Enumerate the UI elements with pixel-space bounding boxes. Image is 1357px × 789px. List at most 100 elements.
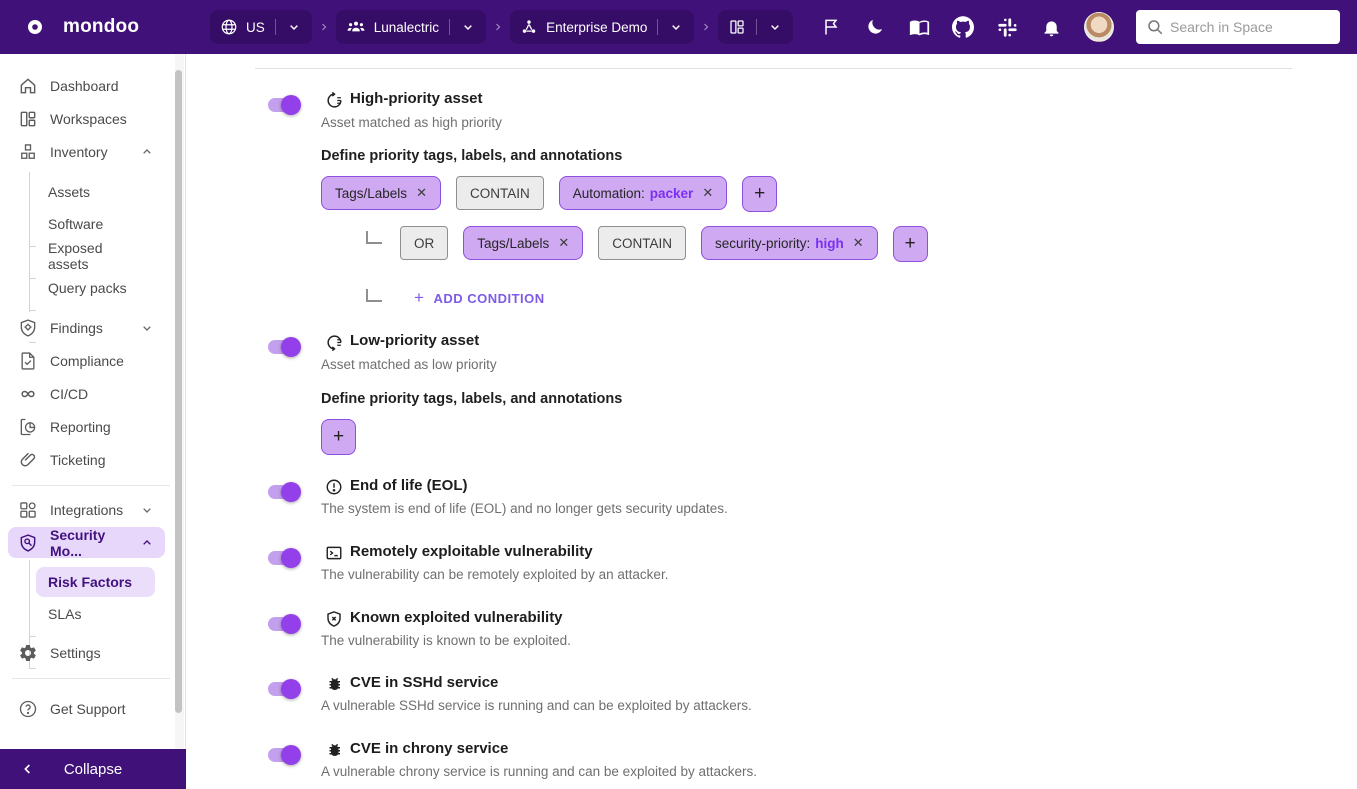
notifications-button[interactable] xyxy=(1040,16,1062,38)
chevron-down-icon[interactable] xyxy=(139,502,155,518)
sidebar-item-inventory[interactable]: Inventory xyxy=(8,136,165,167)
operator-chip[interactable]: CONTAIN xyxy=(456,176,544,210)
chevron-down-icon[interactable] xyxy=(286,19,302,35)
chip-label: CONTAIN xyxy=(470,186,530,201)
feature-flags-button[interactable] xyxy=(820,16,842,38)
sidebar-item-findings[interactable]: Findings xyxy=(8,312,165,343)
sidebar-item-integrations[interactable]: Integrations xyxy=(8,494,165,525)
dark-mode-toggle[interactable] xyxy=(864,16,886,38)
toggle-thumb xyxy=(281,679,301,699)
sidebar-item-dashboard[interactable]: Dashboard xyxy=(8,70,165,101)
mondoo-logo[interactable]: mondoo xyxy=(14,0,139,54)
space-selector[interactable]: Enterprise Demo xyxy=(510,10,694,44)
risk-item-description: The system is end of life (EOL) and no l… xyxy=(321,501,728,516)
documentation-button[interactable] xyxy=(908,16,930,38)
workspace-grid-icon xyxy=(728,18,746,36)
plus-icon: + xyxy=(333,426,344,448)
chevron-down-icon[interactable] xyxy=(767,19,783,35)
organization-selector[interactable]: Lunalectric xyxy=(336,10,486,44)
chevron-up-icon[interactable] xyxy=(139,535,155,551)
field-chip[interactable]: Tags/Labels ✕ xyxy=(463,226,583,260)
risk-item-description: Asset matched as high priority xyxy=(321,115,502,130)
join-chip[interactable]: OR xyxy=(400,226,448,260)
github-button[interactable] xyxy=(952,16,974,38)
risk-item-description: A vulnerable SSHd service is running and… xyxy=(321,698,752,713)
region-label: US xyxy=(246,20,265,35)
high-priority-toggle[interactable] xyxy=(268,95,301,115)
remotely-exploitable-toggle[interactable] xyxy=(268,548,301,568)
sidebar-item-label: Workspaces xyxy=(50,111,127,127)
priority-low-icon xyxy=(324,332,344,352)
search-icon xyxy=(1146,18,1164,36)
bug-icon xyxy=(324,674,344,694)
workspace-selector[interactable] xyxy=(718,10,793,44)
region-selector[interactable]: US xyxy=(210,10,312,44)
search-box xyxy=(1136,10,1340,44)
value-chip[interactable]: security-priority: high ✕ xyxy=(701,226,878,260)
terminal-icon xyxy=(324,543,344,563)
tree-tick xyxy=(29,278,36,279)
book-icon xyxy=(909,17,930,38)
add-condition-button[interactable]: + ADD CONDITION xyxy=(414,286,545,310)
cve-sshd-toggle[interactable] xyxy=(268,679,301,699)
collapse-label: Collapse xyxy=(64,761,122,778)
close-icon[interactable]: ✕ xyxy=(558,235,569,251)
sidebar-item-slas[interactable]: SLAs xyxy=(36,599,155,629)
topbar-actions xyxy=(820,0,1340,54)
low-priority-toggle[interactable] xyxy=(268,337,301,357)
sidebar-divider xyxy=(12,678,170,679)
sidebar-item-assets[interactable]: Assets xyxy=(36,177,155,207)
close-icon[interactable]: ✕ xyxy=(416,185,427,201)
hub-icon xyxy=(520,18,538,36)
operator-chip[interactable]: CONTAIN xyxy=(598,226,686,260)
sidebar-item-query-packs[interactable]: Query packs xyxy=(36,273,155,303)
bell-icon xyxy=(1041,17,1062,38)
sidebar-item-exposed-assets[interactable]: Exposed assets xyxy=(36,241,155,271)
sidebar-scrollbar-thumb[interactable] xyxy=(175,70,182,713)
tree-tick xyxy=(29,310,36,311)
eol-toggle[interactable] xyxy=(268,482,301,502)
chevron-down-icon[interactable] xyxy=(668,19,684,35)
sidebar-item-label: Settings xyxy=(50,645,101,661)
slack-button[interactable] xyxy=(996,16,1018,38)
known-exploited-toggle[interactable] xyxy=(268,614,301,634)
chip-label: OR xyxy=(414,236,434,251)
chip-label: Automation: xyxy=(573,186,645,201)
workspaces-icon xyxy=(18,109,38,129)
sidebar-scrollbar[interactable] xyxy=(175,54,184,749)
user-avatar[interactable] xyxy=(1084,12,1114,42)
sidebar-item-reporting[interactable]: Reporting xyxy=(8,411,165,442)
field-chip[interactable]: Tags/Labels ✕ xyxy=(321,176,441,210)
risk-item-description: Asset matched as low priority xyxy=(321,357,497,372)
add-chip-button[interactable]: + xyxy=(742,176,777,212)
content-top-divider xyxy=(255,68,1292,69)
shield-x-icon xyxy=(324,609,344,629)
sidebar-item-ticketing[interactable]: Ticketing xyxy=(8,444,165,475)
chevron-down-icon[interactable] xyxy=(460,19,476,35)
breadcrumb-separator-icon xyxy=(318,21,330,33)
divider xyxy=(756,19,757,35)
sidebar-item-cicd[interactable]: CI/CD xyxy=(8,378,165,409)
add-chip-button[interactable]: + xyxy=(893,226,928,262)
sidebar-collapse-button[interactable]: Collapse xyxy=(0,749,186,789)
chevron-down-icon[interactable] xyxy=(139,320,155,336)
sidebar-item-label: Compliance xyxy=(50,353,124,369)
tree-tick xyxy=(29,246,36,247)
sidebar-item-compliance[interactable]: Compliance xyxy=(8,345,165,376)
risk-item-title: Low-priority asset xyxy=(350,332,479,349)
close-icon[interactable]: ✕ xyxy=(853,235,864,251)
cve-chrony-toggle[interactable] xyxy=(268,745,301,765)
sidebar-item-risk-factors[interactable]: Risk Factors xyxy=(36,567,155,597)
sidebar-item-software[interactable]: Software xyxy=(36,209,155,239)
search-input[interactable] xyxy=(1170,10,1335,44)
sidebar-item-security-model[interactable]: Security Mo... xyxy=(8,527,165,558)
sidebar-item-get-support[interactable]: Get Support xyxy=(8,693,165,724)
sidebar-item-settings[interactable]: Settings xyxy=(8,637,165,668)
tree-elbow-icon xyxy=(366,289,382,302)
chip-value: packer xyxy=(650,186,694,201)
chevron-up-icon[interactable] xyxy=(139,144,155,160)
close-icon[interactable]: ✕ xyxy=(702,185,713,201)
sidebar-item-workspaces[interactable]: Workspaces xyxy=(8,103,165,134)
value-chip[interactable]: Automation: packer ✕ xyxy=(559,176,728,210)
add-chip-button[interactable]: + xyxy=(321,419,356,455)
